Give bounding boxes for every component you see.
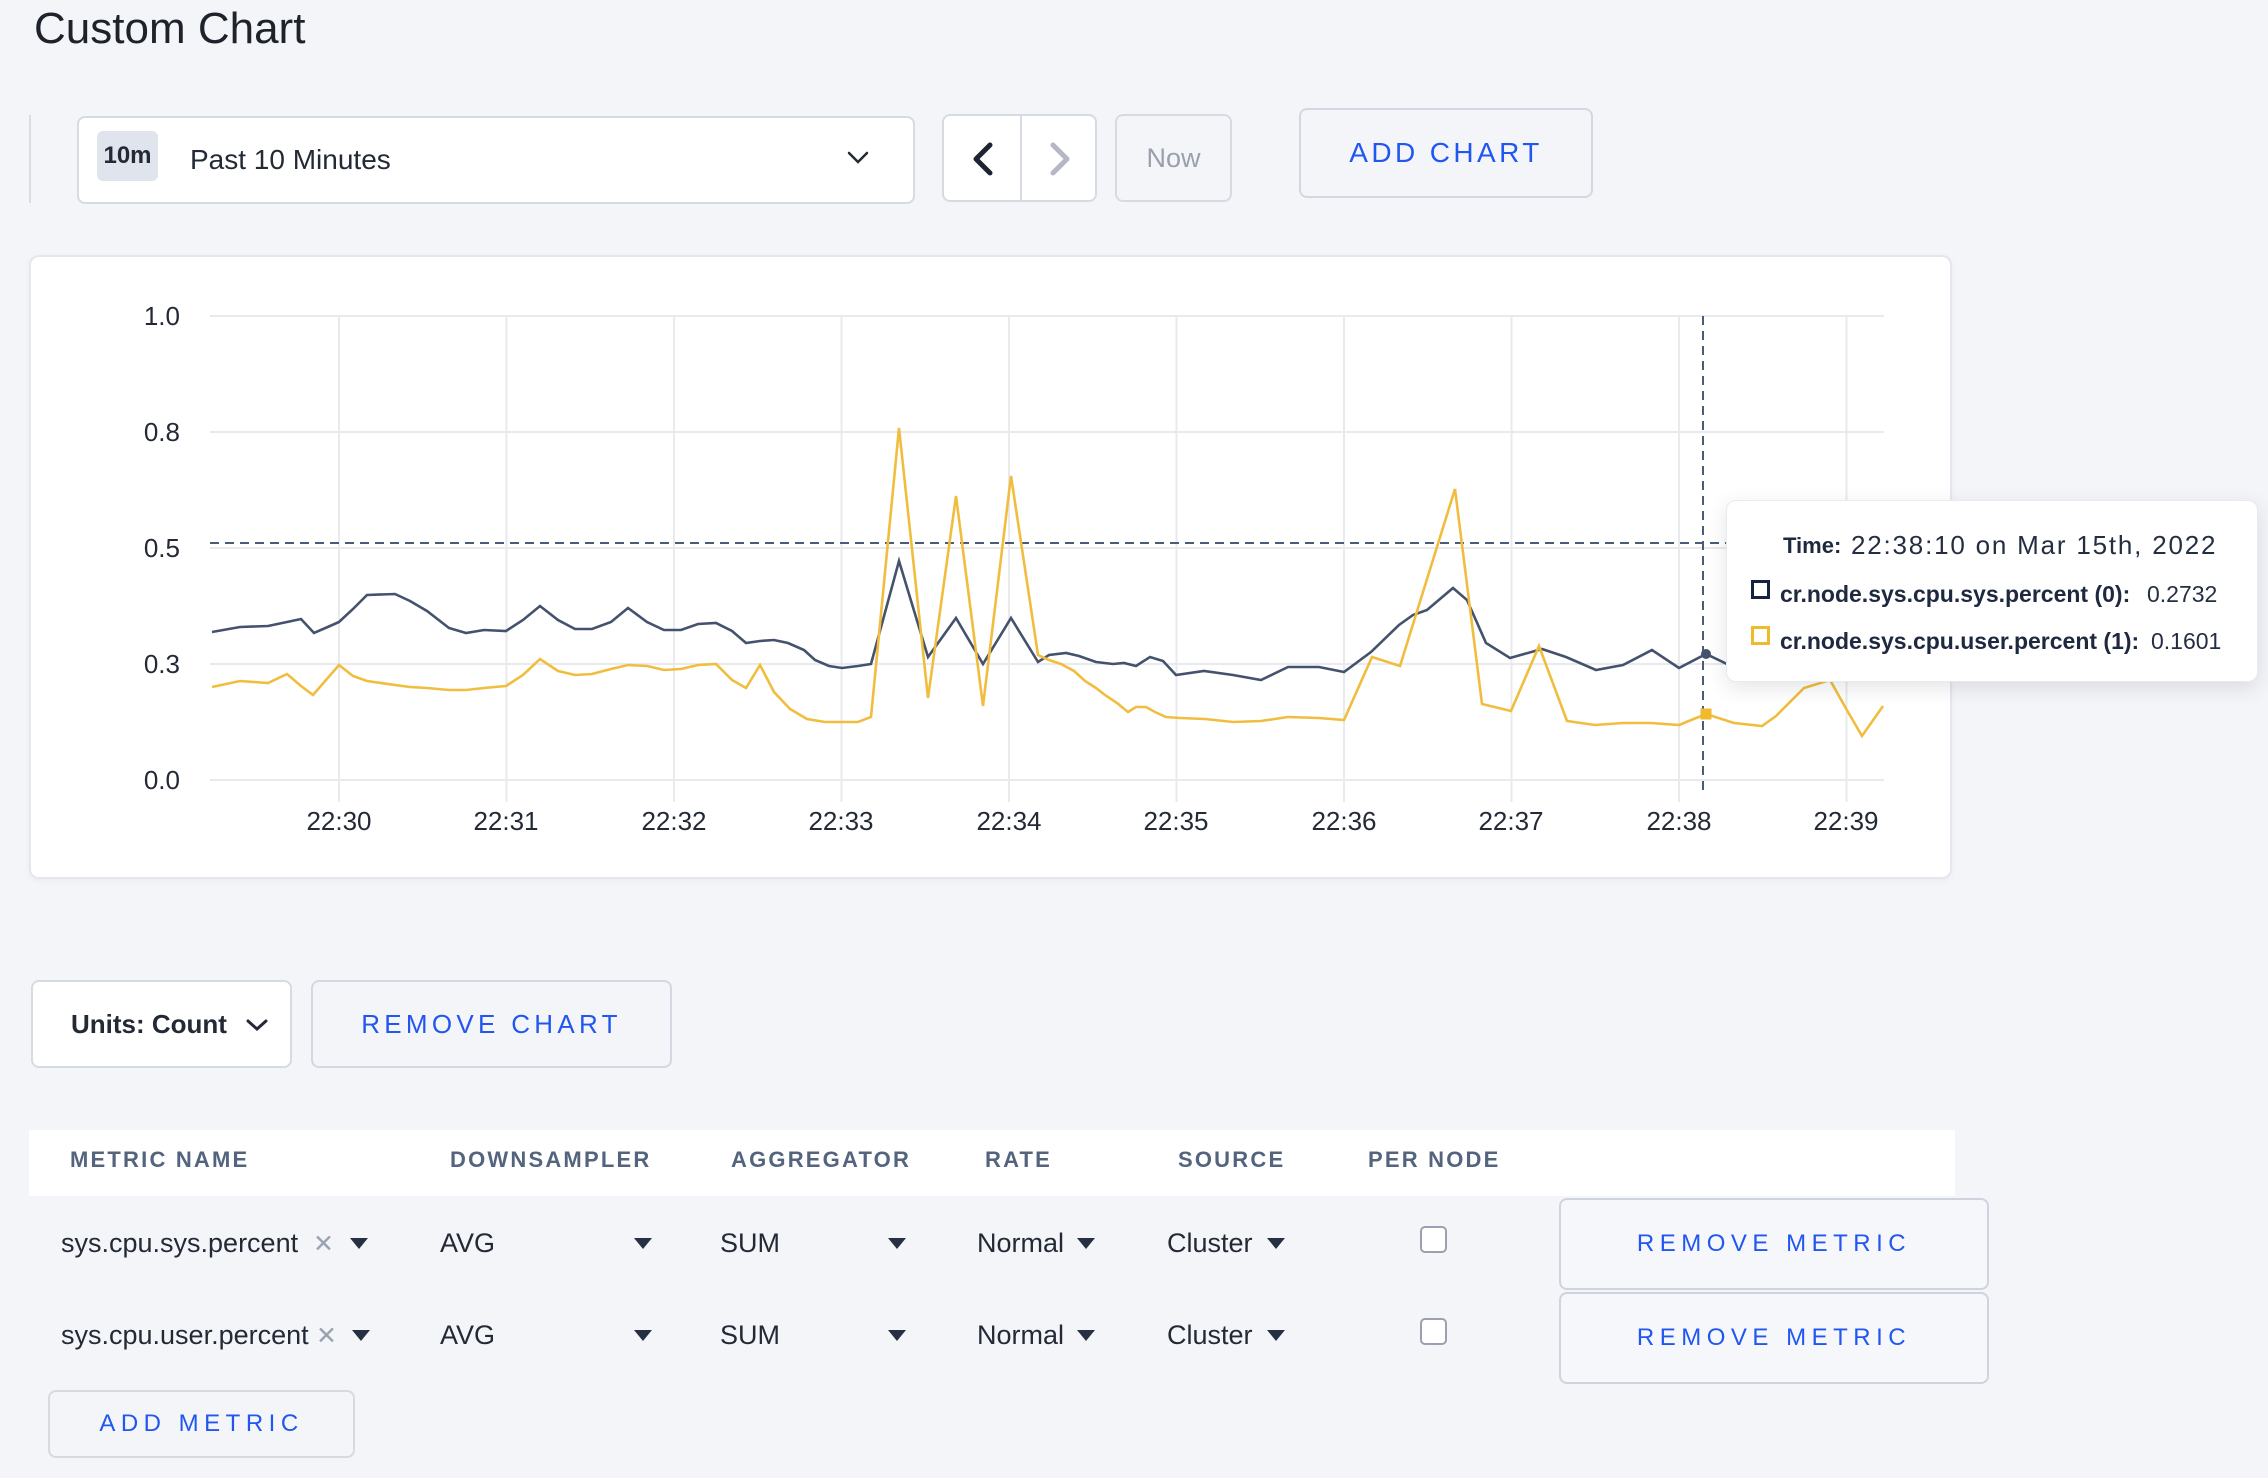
svg-text:22:38: 22:38 [1646,806,1711,836]
svg-text:0.0: 0.0 [144,765,180,795]
svg-text:1.0: 1.0 [144,301,180,331]
svg-text:0.8: 0.8 [144,417,180,447]
svg-text:22:31: 22:31 [473,806,538,836]
svg-text:0.5: 0.5 [144,533,180,563]
svg-text:22:34: 22:34 [976,806,1041,836]
svg-text:22:33: 22:33 [808,806,873,836]
svg-text:22:39: 22:39 [1813,806,1878,836]
svg-text:22:36: 22:36 [1311,806,1376,836]
svg-text:22:30: 22:30 [306,806,371,836]
svg-text:22:32: 22:32 [641,806,706,836]
svg-text:0.3: 0.3 [144,649,180,679]
svg-text:22:37: 22:37 [1478,806,1543,836]
svg-text:22:35: 22:35 [1143,806,1208,836]
